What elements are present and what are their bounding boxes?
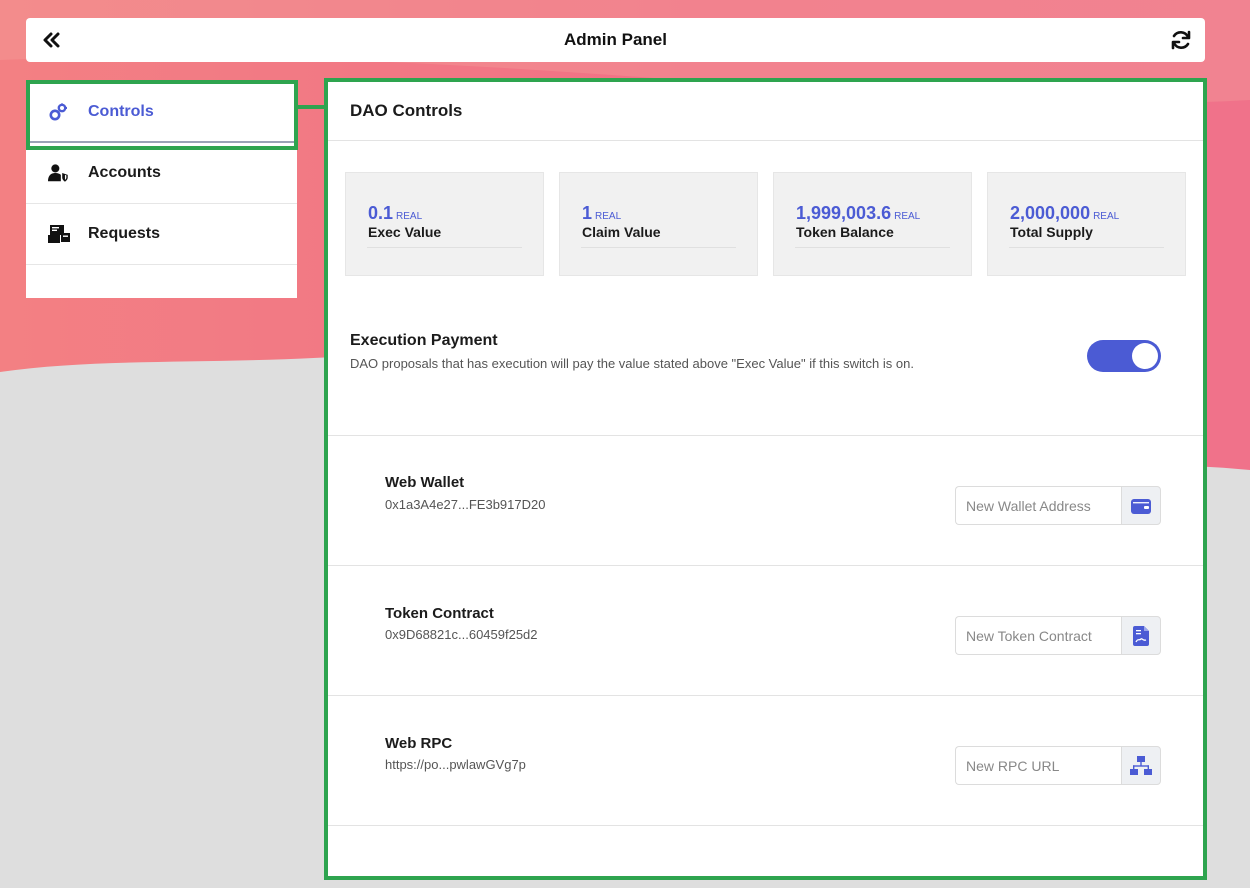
stat-divider [367,247,522,248]
token-contract-row: Token Contract 0x9D68821c...60459f25d2 [328,566,1203,696]
wallet-address-input[interactable] [955,486,1121,525]
execution-payment-title: Execution Payment [350,332,498,349]
sidebar-item-controls[interactable]: Controls [26,82,297,143]
stat-value: 1 [582,203,593,223]
toggle-knob [1132,343,1158,369]
dao-controls-panel: DAO Controls 0.1 REAL Exec Value 1 REAL Cl… [324,78,1207,880]
wallet-button[interactable] [1121,486,1161,525]
stat-unit: REAL [1093,211,1120,222]
sidebar-item-requests[interactable]: Requests [26,204,297,265]
user-shield-icon [48,162,70,184]
stat-card-token-balance: 1,999,003.6 REAL Token Balance [773,172,972,276]
double-chevron-left-icon [43,32,60,48]
wallet-icon [1131,498,1151,514]
rpc-input-group [955,746,1161,785]
cogs-icon [48,101,70,123]
contract-file-icon [1133,625,1149,646]
execution-payment-section: Execution Payment DAO proposals that has… [328,276,1203,436]
refresh-icon [1171,30,1191,50]
contract-button[interactable] [1121,616,1161,655]
inbox-request-icon [48,223,70,245]
stat-divider [581,247,736,248]
sidebar-item-label: Controls [88,102,154,120]
field-name: Web Wallet [385,474,465,491]
refresh-button[interactable] [1169,28,1193,52]
wallet-input-group [955,486,1161,525]
rpc-url-input[interactable] [955,746,1121,785]
sidebar-item-label: Requests [88,225,161,242]
field-value: https://po...pwlawGVg7p [385,757,526,772]
field-name: Token Contract [385,605,494,622]
execution-payment-description: DAO proposals that has execution will pa… [350,356,914,371]
stat-card-total-supply: 2,000,000 REAL Total Supply [987,172,1186,276]
stat-divider [795,247,950,248]
sidebar-item-label: Accounts [88,164,161,181]
stat-label: Exec Value [368,224,442,240]
stat-card-claim-value: 1 REAL Claim Value [559,172,758,276]
panel-title: DAO Controls [328,82,1203,141]
web-wallet-row: Web Wallet 0x1a3A4e27...FE3b917D20 [328,436,1203,566]
stat-value: 0.1 [368,203,394,223]
sidebar-item-accounts[interactable]: Accounts [26,143,297,204]
stat-unit: REAL [595,211,622,222]
field-value: 0x9D68821c...60459f25d2 [385,627,538,642]
sidebar: Controls Accounts Requests [26,82,297,298]
stat-divider [1009,247,1164,248]
web-rpc-row: Web RPC https://po...pwlawGVg7p [328,696,1203,826]
stat-label: Total Supply [1010,224,1093,240]
token-contract-input[interactable] [955,616,1121,655]
stats-cards: 0.1 REAL Exec Value 1 REAL Claim Value 1,9… [328,141,1203,276]
stat-value: 2,000,000 [1010,203,1091,223]
contract-input-group [955,616,1161,655]
network-icon [1130,755,1152,775]
collapse-button[interactable] [40,28,64,52]
stat-label: Token Balance [796,224,894,240]
field-name: Web RPC [385,735,453,752]
stat-value: 1,999,003.6 [796,203,892,223]
stat-label: Claim Value [582,224,661,240]
field-value: 0x1a3A4e27...FE3b917D20 [385,497,546,512]
top-bar: Admin Panel [26,18,1205,62]
execution-payment-toggle[interactable] [1087,340,1161,372]
page-title: Admin Panel [564,30,667,49]
rpc-button[interactable] [1121,746,1161,785]
stat-card-exec-value: 0.1 REAL Exec Value [345,172,544,276]
stat-unit: REAL [396,211,423,222]
highlight-connector [298,105,326,109]
stat-unit: REAL [894,211,921,222]
